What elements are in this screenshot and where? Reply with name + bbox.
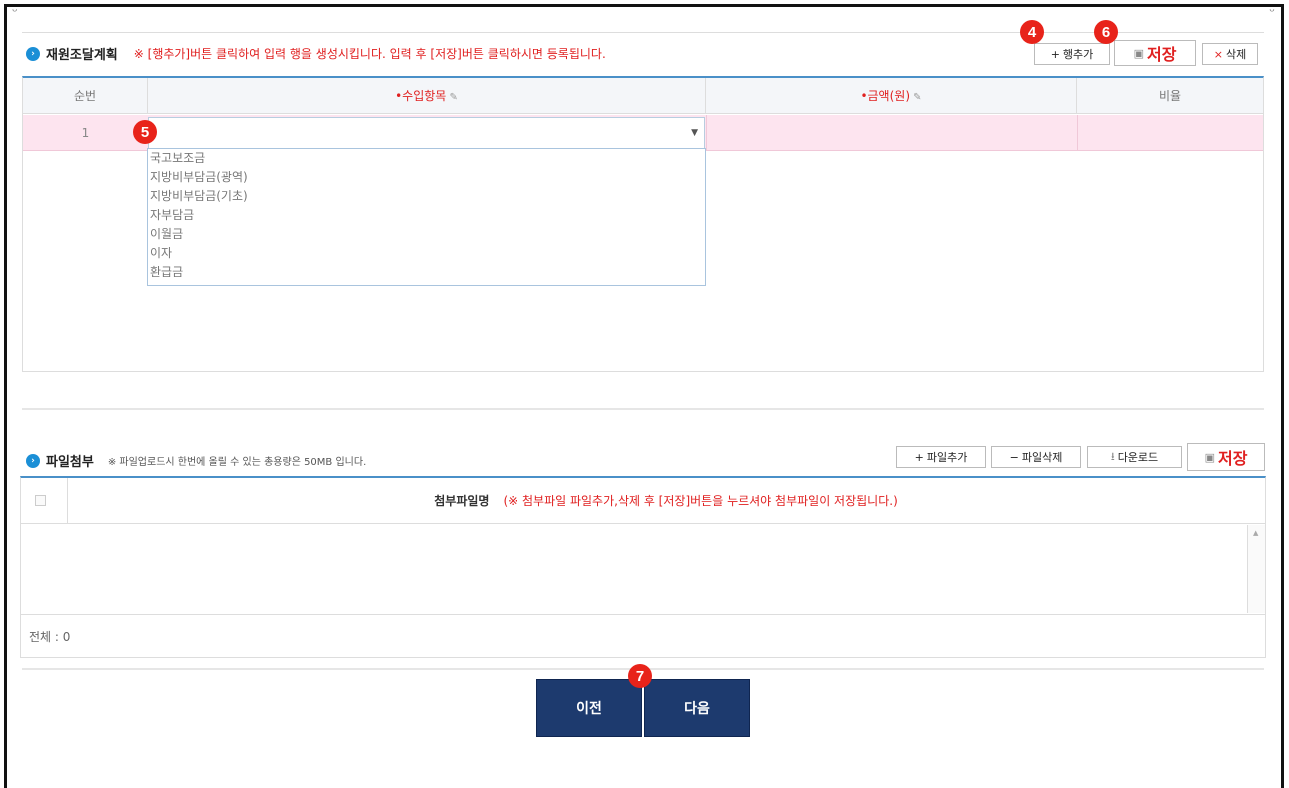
edit-icon: ✎ <box>446 92 458 103</box>
attachment-header-title: 첨부파일명 (※ 첨부파일 파일추가,삭제 후 [저장]버튼을 누르셔야 첨부파일… <box>67 478 1265 524</box>
dropdown-option[interactable]: 이월금 <box>148 225 705 244</box>
section-attachment-notice: ※ 파일업로드시 한번에 올릴 수 있는 총용량은 50MB 입니다. <box>107 457 367 468</box>
col-income-label: •수입항목 <box>395 89 447 103</box>
attachment-grid-header: 첨부파일명 (※ 첨부파일 파일추가,삭제 후 [저장]버튼을 누르셔야 첨부파일… <box>21 478 1265 524</box>
column-divider <box>706 115 707 151</box>
plus-icon: + <box>1050 47 1060 61</box>
delete-file-label: 파일삭제 <box>1021 451 1063 464</box>
chevron-right-icon: › <box>26 453 40 468</box>
select-all-checkbox[interactable] <box>35 495 46 506</box>
save-label: 저장 <box>1146 45 1177 64</box>
delete-file-button[interactable]: − 파일삭제 <box>991 446 1081 468</box>
delete-label: 삭제 <box>1225 48 1247 61</box>
floppy-disk-icon: ▣ <box>1204 450 1215 464</box>
next-button[interactable]: 다음 <box>644 679 750 737</box>
prev-button[interactable]: 이전 <box>536 679 642 737</box>
scroll-up-icon[interactable]: ▲ <box>1253 529 1258 537</box>
add-file-label: 파일추가 <box>926 451 968 464</box>
dropdown-option[interactable]: 자부담금 <box>148 206 705 225</box>
add-row-label: 행추가 <box>1062 48 1094 61</box>
add-file-button[interactable]: + 파일추가 <box>896 446 986 468</box>
dropdown-option[interactable]: 지방비부담금(광역) <box>148 168 705 187</box>
section-divider <box>22 408 1264 410</box>
col-amount-label: •금액(원) <box>860 89 910 103</box>
step-badge-4: 4 <box>1020 20 1044 44</box>
dropdown-option[interactable]: 환급금 <box>148 263 705 282</box>
section-attachment-header: › 파일첨부 ※ 파일업로드시 한번에 올릴 수 있는 총용량은 50MB 입니… <box>26 451 366 470</box>
income-item-select[interactable]: ▼ <box>148 117 705 150</box>
step-badge-7: 7 <box>628 664 652 688</box>
income-item-dropdown: 국고보조금 지방비부담금(광역) 지방비부담금(기초) 자부담금 이월금 이자 … <box>147 148 706 286</box>
download-icon: ⭳ <box>1110 449 1115 463</box>
col-header-ratio: 비율 <box>1158 89 1182 103</box>
attachment-save-button[interactable]: ▣ 저장 <box>1187 443 1265 471</box>
section-attachment-title: 파일첨부 <box>46 455 94 470</box>
section-funding-notice: ※ [행추가]버튼 클릭하여 입력 행을 생성시킵니다. 입력 후 [저장]버튼… <box>133 47 606 61</box>
vertical-scrollbar[interactable]: ▲ <box>1247 525 1265 613</box>
col-header-amount[interactable]: •금액(원) ✎ <box>706 78 1077 114</box>
delete-button[interactable]: × 삭제 <box>1202 43 1258 65</box>
col-header-seq: 순번 <box>23 78 148 114</box>
chevron-right-icon: › <box>26 46 40 61</box>
plus-icon: + <box>914 450 924 464</box>
minus-icon: − <box>1009 450 1019 464</box>
attachment-header-notice: (※ 첨부파일 파일추가,삭제 후 [저장]버튼을 누르셔야 첨부파일이 저장됩… <box>503 494 898 508</box>
section-funding-title: 재원조달계획 <box>46 48 118 63</box>
step-badge-6: 6 <box>1094 20 1118 44</box>
dropdown-option[interactable]: 이자 <box>148 244 705 263</box>
top-divider <box>22 32 1264 33</box>
save-button[interactable]: ▣ 저장 <box>1114 40 1196 66</box>
column-divider <box>1077 115 1078 151</box>
funding-grid-header: 순번 •수입항목 ✎ •금액(원) ✎ 비율 <box>23 78 1263 114</box>
chevron-down-icon[interactable]: ▼ <box>691 128 698 138</box>
attachment-total: 전체 : 0 <box>21 614 1265 658</box>
dropdown-option[interactable]: 국고보조금 <box>148 149 705 168</box>
edit-icon: ✎ <box>910 92 922 103</box>
attachment-save-label: 저장 <box>1217 449 1248 468</box>
top-left-decoration-icon: ᵕ <box>12 4 18 20</box>
section-funding-header: › 재원조달계획 ※ [행추가]버튼 클릭하여 입력 행을 생성시킵니다. 입력… <box>26 44 606 63</box>
dropdown-option[interactable]: 지방비부담금(기초) <box>148 187 705 206</box>
step-badge-5: 5 <box>133 120 157 144</box>
close-icon: × <box>1213 47 1223 61</box>
add-row-button[interactable]: + 행추가 <box>1034 43 1110 65</box>
floppy-disk-icon: ▣ <box>1133 46 1144 60</box>
attachment-grid: 첨부파일명 (※ 첨부파일 파일추가,삭제 후 [저장]버튼을 누르셔야 첨부파일… <box>20 476 1266 658</box>
attachment-filename-label: 첨부파일명 <box>434 494 490 508</box>
row-seq-cell: 1 <box>81 126 90 140</box>
col-header-income-item[interactable]: •수입항목 ✎ <box>148 78 706 114</box>
download-button[interactable]: ⭳ 다운로드 <box>1087 446 1182 468</box>
download-label: 다운로드 <box>1117 451 1159 464</box>
top-right-decoration-icon: ᵕ <box>1269 4 1275 20</box>
